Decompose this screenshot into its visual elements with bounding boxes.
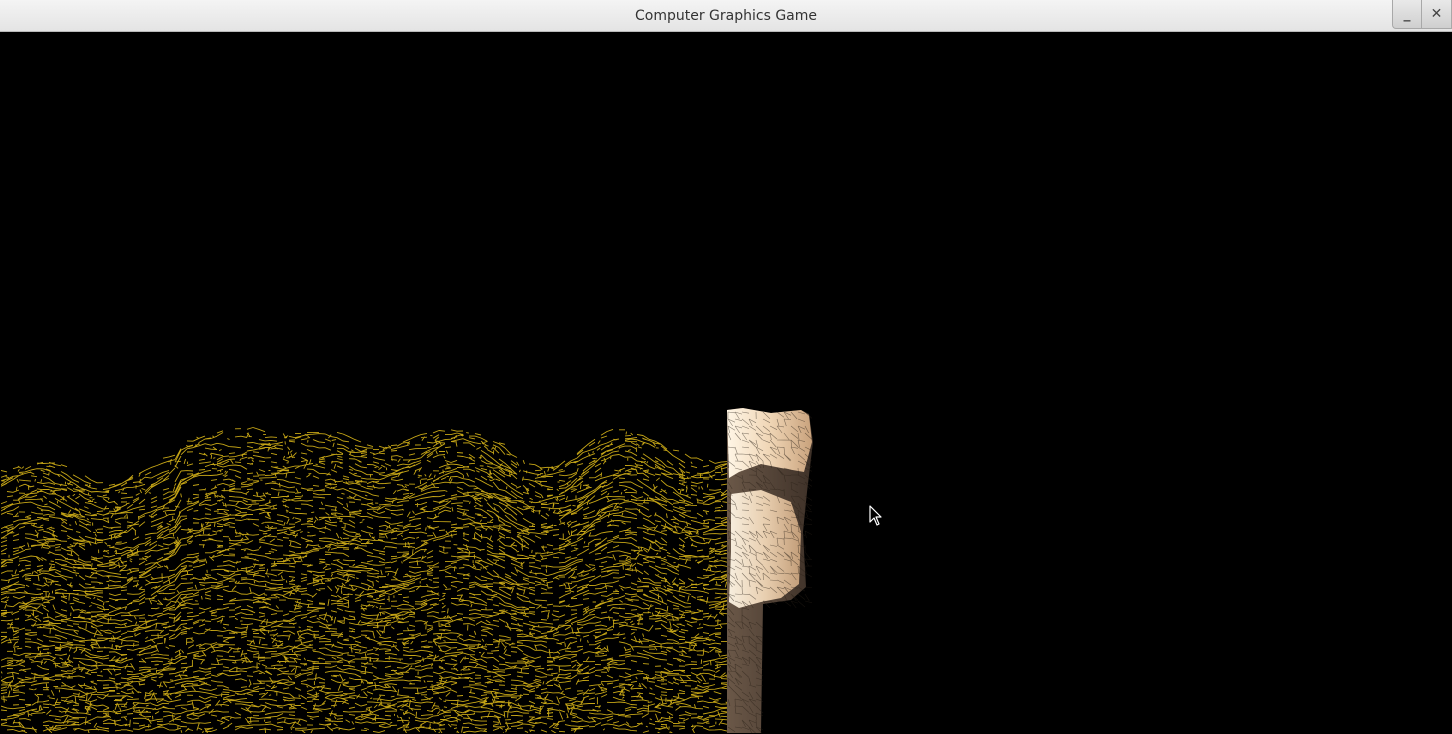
game-viewport[interactable] xyxy=(1,32,1451,733)
close-icon: ✕ xyxy=(1430,6,1443,22)
scene-canvas xyxy=(1,32,1451,733)
window-controls: _ ✕ xyxy=(1392,0,1452,29)
close-button[interactable]: ✕ xyxy=(1422,0,1452,29)
sky-background xyxy=(1,32,1451,733)
mouse-pointer-icon xyxy=(869,505,882,526)
minimize-button[interactable]: _ xyxy=(1392,0,1422,29)
minimize-icon: _ xyxy=(1403,6,1411,22)
cliff-face-lit-lower xyxy=(729,490,801,608)
game-window: Computer Graphics Game _ ✕ xyxy=(0,0,1452,734)
title-bar[interactable]: Computer Graphics Game _ ✕ xyxy=(0,0,1452,32)
window-title: Computer Graphics Game xyxy=(635,8,817,24)
